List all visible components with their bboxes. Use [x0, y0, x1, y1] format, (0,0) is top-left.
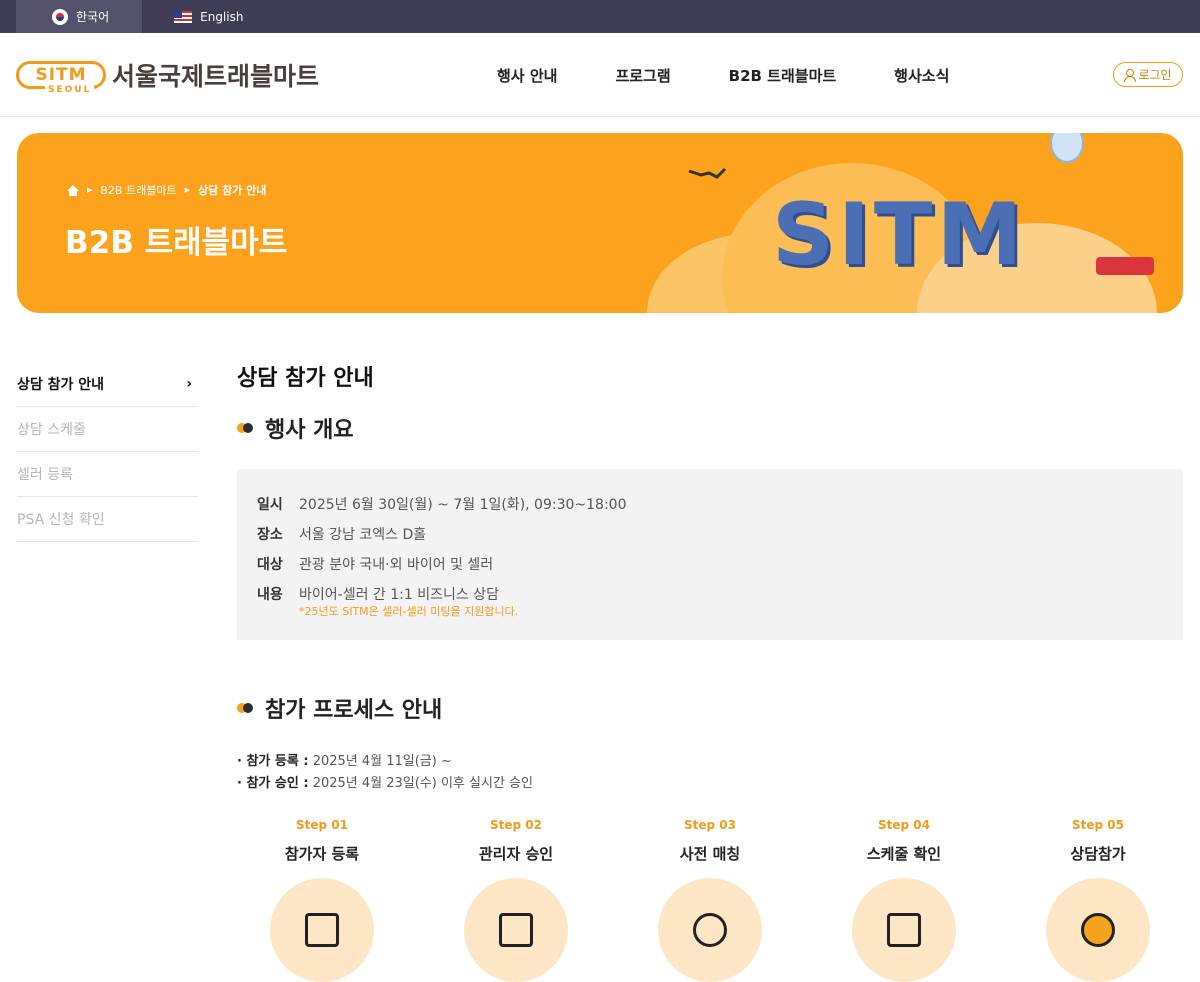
process-approve-line: · 참가 승인 : 2025년 4월 23일(수) 이후 실시간 승인 — [237, 773, 533, 795]
step-item: Step 01 참가자 등록 — [237, 818, 407, 982]
side-item-schedule[interactable]: 상담 스케줄 — [17, 407, 198, 452]
logo-seoul-text: SEOUL — [45, 84, 95, 95]
nav-item-b2b[interactable]: B2B 트래블마트 — [729, 65, 837, 86]
site-header: SITM SEOUL 서울국제트래블마트 행사 안내 프로그램 B2B 트래블마… — [0, 33, 1200, 117]
sitm-illustration: SITM — [772, 185, 1027, 285]
overview-label: 내용 — [257, 587, 283, 603]
logo-text: 서울국제트래블마트 — [112, 61, 320, 91]
site-logo[interactable]: SITM SEOUL 서울국제트래블마트 — [16, 57, 320, 95]
banner-title: B2B 트래블마트 — [65, 225, 288, 261]
step-name: 참가자 등록 — [284, 845, 360, 863]
nav-item-event-info[interactable]: 행사 안내 — [497, 65, 557, 86]
chevron-right-icon: › — [186, 376, 192, 392]
section-title-text: 참가 프로세스 안내 — [265, 698, 443, 723]
side-item-label: PSA 신청 확인 — [17, 512, 105, 528]
section-title-process: 참가 프로세스 안내 — [237, 692, 442, 724]
step-item: Step 05 상담참가 — [1013, 818, 1183, 982]
side-item-label: 상담 스케줄 — [17, 422, 86, 438]
breadcrumb-current: 상담 참가 안내 — [197, 184, 267, 197]
process-dates: · 참가 등록 : 2025년 4월 11일(금) ~ · 참가 승인 : 20… — [237, 751, 533, 795]
step-number: Step 02 — [490, 818, 542, 832]
side-item-label: 상담 참가 안내 — [17, 377, 105, 393]
step-circle — [658, 878, 762, 982]
breadcrumb-item[interactable]: B2B 트래블마트 — [100, 182, 176, 198]
login-button[interactable]: 로그인 — [1113, 62, 1183, 87]
bullet-dots-icon — [237, 703, 255, 713]
logo-mark: SITM SEOUL — [16, 60, 106, 95]
lang-korean-label: 한국어 — [76, 10, 110, 24]
overview-label: 장소 — [257, 527, 283, 543]
process-register-line: · 참가 등록 : 2025년 4월 11일(금) ~ — [237, 751, 533, 773]
page-title: 상담 참가 안내 — [237, 366, 374, 391]
side-item-psa-check[interactable]: PSA 신청 확인 — [17, 497, 198, 542]
breadcrumb: ▶ B2B 트래블마트 ▶ 상담 참가 안내 — [67, 182, 266, 198]
step-circle — [1046, 878, 1150, 982]
korea-flag-icon — [52, 8, 68, 25]
page-banner: ▶ B2B 트래블마트 ▶ 상담 참가 안내 B2B 트래블마트 SITM — [17, 133, 1183, 313]
nav-item-news[interactable]: 행사소식 — [894, 65, 949, 86]
breadcrumb-separator-icon: ▶ — [87, 186, 93, 194]
step-item: Step 04 스케줄 확인 — [819, 818, 989, 982]
nav-item-program[interactable]: 프로그램 — [615, 65, 670, 86]
approval-icon — [499, 913, 533, 947]
step-name: 관리자 승인 — [478, 845, 554, 863]
step-number: Step 01 — [296, 818, 348, 832]
process-steps: Step 01 참가자 등록 Step 02 관리자 승인 Step 03 사전… — [237, 818, 1183, 982]
process-register-value: 2025년 4월 11일(금) ~ — [308, 754, 452, 769]
overview-value: 서울 강남 코엑스 D홀 — [299, 527, 427, 543]
overview-row: 일시 2025년 6월 30일(월) ~ 7월 1일(화), 09:30~18:… — [257, 489, 1163, 519]
overview-value: 관광 분야 국내·외 바이어 및 셀러 — [299, 557, 494, 573]
side-item-consult-info[interactable]: 상담 참가 안내 › — [17, 362, 198, 407]
step-number: Step 05 — [1072, 818, 1124, 832]
overview-note: *25년도 SITM은 셀러-셀러 미팅을 지원합니다. — [299, 605, 519, 618]
home-icon[interactable] — [67, 184, 79, 196]
side-item-label: 셀러 등록 — [17, 467, 73, 483]
step-name: 사전 매칭 — [679, 845, 741, 863]
lang-korean[interactable]: 한국어 — [16, 0, 143, 33]
language-bar: 한국어 English — [0, 0, 1200, 33]
step-circle — [270, 878, 374, 982]
step-item: Step 02 관리자 승인 — [431, 818, 601, 982]
process-approve-value: 2025년 4월 23일(수) 이후 실시간 승인 — [308, 776, 533, 791]
breadcrumb-separator-icon: ▶ — [184, 186, 190, 194]
document-icon — [305, 913, 339, 947]
side-item-seller-register[interactable]: 셀러 등록 — [17, 452, 198, 497]
bullet-dots-icon — [237, 423, 255, 433]
overview-row: 대상 관광 분야 국내·외 바이어 및 셀러 — [257, 549, 1163, 579]
overview-value: 바이어-셀러 간 1:1 비즈니스 상담 — [299, 587, 499, 603]
step-circle — [852, 878, 956, 982]
main-nav: 행사 안내 프로그램 B2B 트래블마트 행사소식 — [497, 33, 949, 117]
overview-value: 2025년 6월 30일(월) ~ 7월 1일(화), 09:30~18:00 — [299, 497, 627, 513]
logo-mark-text: SITM — [35, 64, 87, 85]
overview-label: 일시 — [257, 497, 283, 513]
step-item: Step 03 사전 매칭 — [625, 818, 795, 982]
calendar-icon — [887, 913, 921, 947]
step-number: Step 03 — [684, 818, 736, 832]
overview-label: 대상 — [257, 557, 283, 573]
us-flag-icon — [174, 10, 193, 23]
login-label: 로그인 — [1138, 68, 1172, 82]
step-number: Step 04 — [878, 818, 930, 832]
section-title-overview: 행사 개요 — [237, 412, 354, 444]
overview-row: 장소 서울 강남 코엑스 D홀 — [257, 519, 1163, 549]
tour-bus-icon — [1096, 257, 1154, 275]
person-icon — [1124, 69, 1137, 82]
lang-english[interactable]: English — [142, 0, 276, 33]
section-title-text: 행사 개요 — [265, 418, 354, 443]
step-circle — [464, 878, 568, 982]
side-menu: 상담 참가 안내 › 상담 스케줄 셀러 등록 PSA 신청 확인 — [17, 362, 198, 542]
step-name: 스케줄 확인 — [866, 845, 942, 863]
process-approve-label: · 참가 승인 : — [237, 776, 309, 791]
main-content: 상담 참가 안내 행사 개요 일시 2025년 6월 30일(월) ~ 7월 1… — [237, 362, 1183, 982]
bird-icon — [688, 167, 727, 179]
balloon-icon — [1050, 133, 1084, 163]
matching-icon — [693, 913, 727, 947]
overview-box: 일시 2025년 6월 30일(월) ~ 7월 1일(화), 09:30~18:… — [237, 469, 1183, 640]
lang-english-label: English — [200, 9, 244, 24]
meeting-icon — [1081, 913, 1115, 947]
step-name: 상담참가 — [1070, 845, 1126, 863]
process-register-label: · 참가 등록 : — [237, 754, 309, 769]
